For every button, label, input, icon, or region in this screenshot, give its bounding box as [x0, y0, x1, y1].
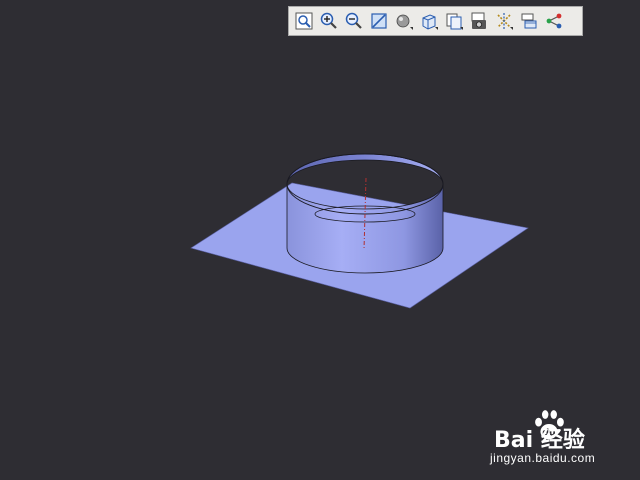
zoom-out-button[interactable]: [342, 9, 366, 33]
zoom-window-button[interactable]: [367, 9, 391, 33]
toggle-visibility-button[interactable]: [492, 9, 516, 33]
zoom-in-button[interactable]: [317, 9, 341, 33]
section-view-icon: [521, 13, 537, 29]
section-view-button[interactable]: [517, 9, 541, 33]
graph-nodes-icon: [546, 13, 562, 29]
render-mode-icon: [396, 14, 413, 30]
toggle-visibility-icon: [497, 13, 513, 30]
cylinder-inner-wall: [286, 153, 444, 185]
watermark-logo-text: Bai 经验: [494, 428, 585, 453]
zoom-fit-button[interactable]: [292, 9, 316, 33]
graph-nodes-button[interactable]: [542, 9, 566, 33]
zoom-out-icon: [345, 12, 362, 29]
screenshot-button[interactable]: [467, 9, 491, 33]
screenshot-camera-icon: [471, 12, 486, 29]
copy-view-button[interactable]: [442, 9, 466, 33]
zoom-window-icon: [371, 13, 387, 29]
watermark-url: jingyan.baidu.com: [490, 451, 596, 465]
view-orientation-icon: [422, 14, 438, 30]
render-mode-button[interactable]: [392, 9, 416, 33]
zoom-fit-icon: [295, 12, 313, 30]
view-toolbar: [288, 6, 583, 36]
baidu-jingyan-watermark: du Bai 经验 jingyan.baidu.com: [486, 404, 626, 466]
view-orientation-button[interactable]: [417, 9, 441, 33]
zoom-in-icon: [320, 12, 337, 29]
copy-view-icon: [446, 13, 463, 30]
3d-viewport[interactable]: du Bai 经验 jingyan.baidu.com: [0, 0, 640, 480]
